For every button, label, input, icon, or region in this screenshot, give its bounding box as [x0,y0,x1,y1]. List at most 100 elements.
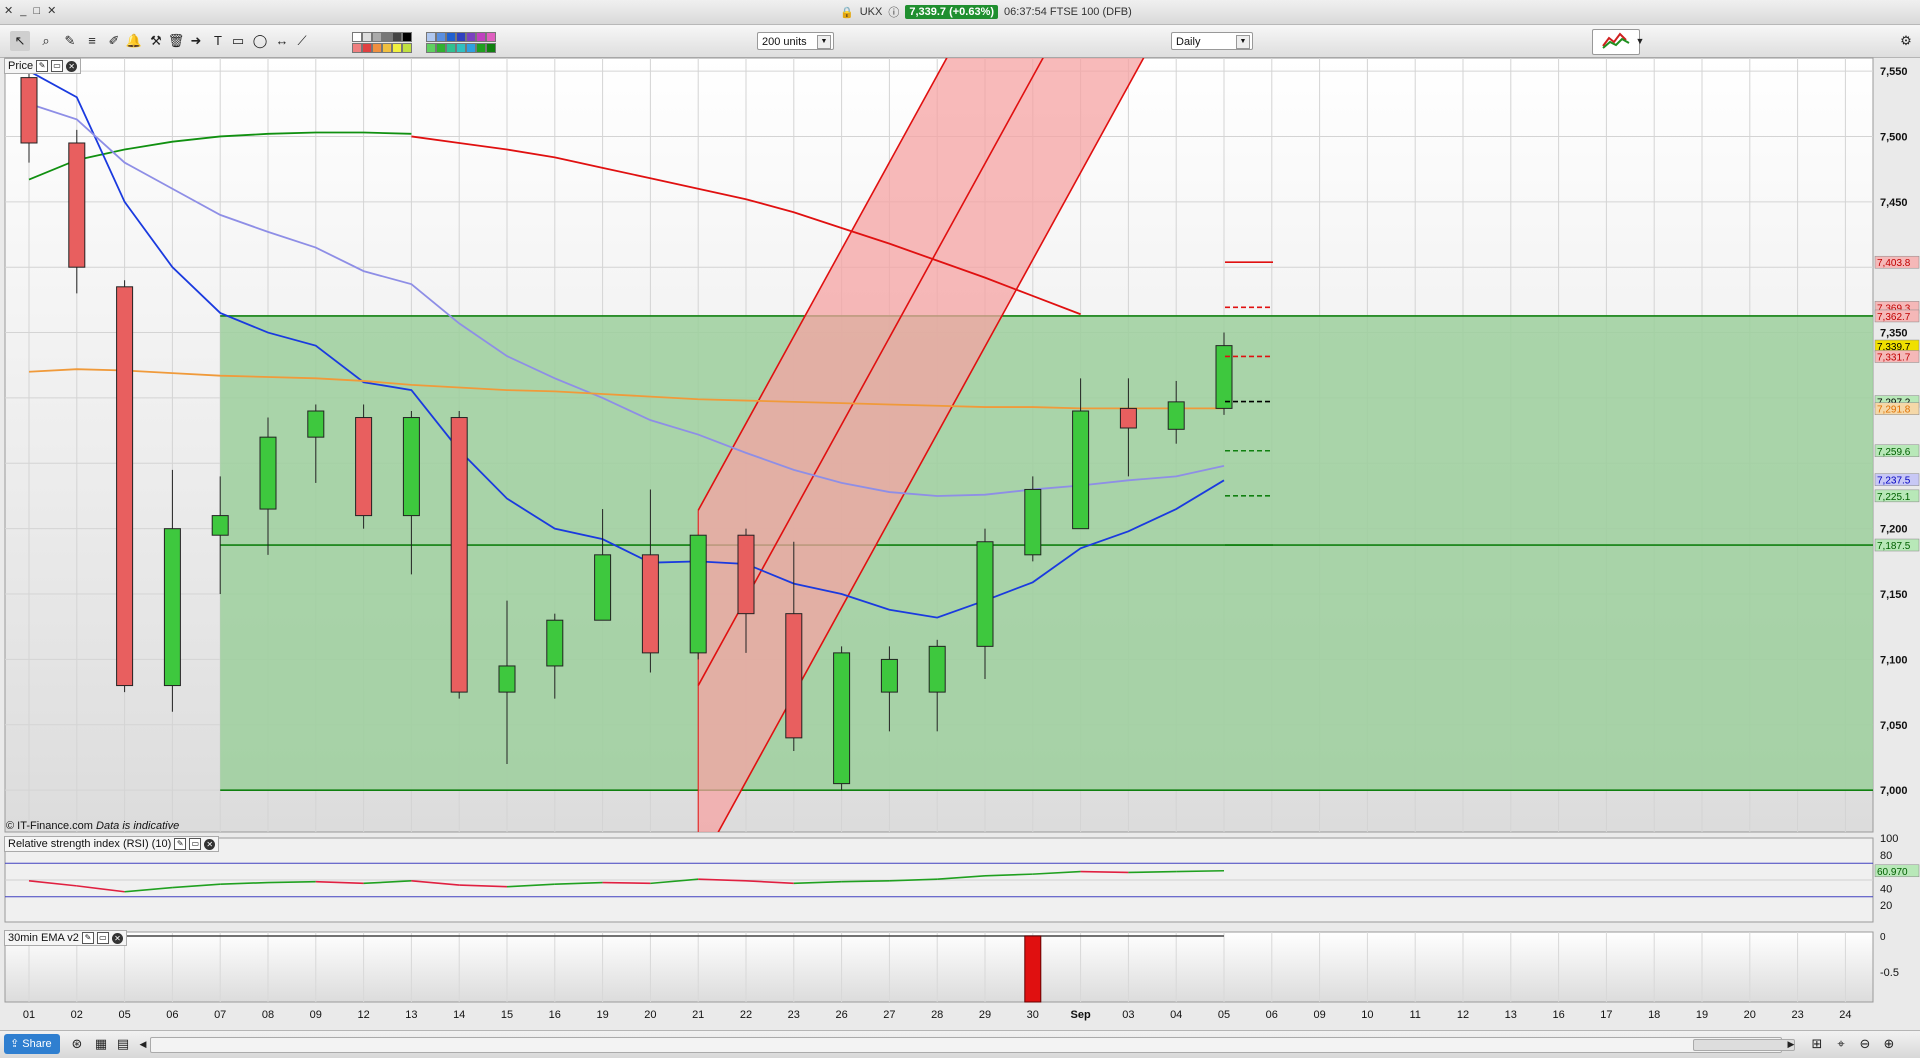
candle-body [976,541,994,647]
price-axis-tick-label: 7,150 [1880,589,1908,601]
price-level-label: 7,291.8 [1877,405,1911,416]
x-axis-label: 09 [1313,1009,1325,1021]
close-icon[interactable]: ✕ [111,932,123,944]
window-icon[interactable]: ▭ [189,838,202,850]
bottom-bar: ⇪ Share ⊛ ▦ ▤ ◀ ▶ ⊞ ⌖ ⊖ ⊕ [0,1030,1920,1058]
candle-body [737,534,755,615]
price-axis-tick-label: 7,000 [1880,785,1908,797]
wrench-icon[interactable]: ✎ [81,932,94,944]
x-axis-label: 06 [1266,1009,1278,1021]
wrench-icon[interactable]: ✎ [36,60,49,72]
x-axis-label: 16 [549,1009,561,1021]
x-axis-label: 12 [357,1009,369,1021]
calendar-icon[interactable]: ▦ [92,1035,110,1053]
x-axis-label: 29 [979,1009,991,1021]
price-level-label: 7,331.7 [1877,352,1911,363]
ema-panel-header: 30min EMA v2 ✎ ▭ ✕ [4,930,127,946]
candle-body [450,417,468,693]
chart-canvas[interactable]: 7,550 7,500 7,450 7,350 7,200 7,150 7,100 7,050… [0,0,1920,1057]
x-axis-label: 10 [1361,1009,1373,1021]
x-axis-label: 30 [1027,1009,1039,1021]
price-level-label: 7,362.7 [1877,312,1911,323]
rsi-axis-tick-label: 20 [1880,900,1892,912]
candle-body [1072,410,1090,530]
x-axis-label: 28 [931,1009,943,1021]
x-axis-label: 05 [118,1009,130,1021]
x-axis-label: 03 [1122,1009,1134,1021]
candle-body [1167,401,1185,430]
ema-axis-tick-label: -0.5 [1880,967,1899,979]
candle-body [928,645,946,693]
price-axis-tick-label: 7,500 [1880,131,1908,143]
candle-body [116,286,134,687]
zoom-out-icon[interactable]: ⊖ [1856,1035,1874,1053]
wrench-icon[interactable]: ✎ [174,838,187,850]
scrollbar-thumb[interactable] [1693,1039,1795,1051]
x-axis-label: 06 [166,1009,178,1021]
x-axis-label: 23 [1791,1009,1803,1021]
candle-body [594,554,612,621]
grid-icon[interactable]: ⊞ [1808,1035,1826,1053]
x-axis-label: 08 [262,1009,274,1021]
ema-histogram-bar [1024,935,1042,1003]
x-axis-label: 09 [310,1009,322,1021]
close-icon[interactable]: ✕ [204,838,216,850]
x-axis-label: 26 [835,1009,847,1021]
link-icon[interactable]: ⊛ [68,1035,86,1053]
x-axis-label: 20 [1744,1009,1756,1021]
ema-panel-title: 30min EMA v2 [8,932,79,944]
price-axis-tick-label: 7,450 [1880,197,1908,209]
candle-body [20,77,38,144]
rsi-segment [1176,869,1225,873]
x-axis-label: 02 [71,1009,83,1021]
zoom-fit-icon[interactable]: ⌖ [1832,1035,1850,1053]
x-axis-label: 27 [883,1009,895,1021]
candle-body [498,665,516,693]
window-icon[interactable]: ▭ [96,932,109,944]
candle-body [880,658,898,693]
horizontal-scrollbar[interactable] [150,1037,1795,1053]
price-axis-tick-label: 7,100 [1880,654,1908,666]
x-axis-label: 19 [1696,1009,1708,1021]
layout-icon[interactable]: ▤ [114,1035,132,1053]
candle-body [307,410,325,438]
x-axis-label: 15 [501,1009,513,1021]
x-axis-label: 21 [692,1009,704,1021]
x-axis-label: 18 [1648,1009,1660,1021]
x-axis-label: 20 [644,1009,656,1021]
candle-body [1119,407,1137,429]
candle-body [1024,488,1042,556]
copyright-text: © IT-Finance.com [6,820,93,832]
price-axis-tick-label: 7,350 [1880,328,1908,340]
candle-body [689,534,707,654]
x-axis-label: 16 [1552,1009,1564,1021]
x-axis-label: 04 [1170,1009,1182,1021]
candle-body [355,417,373,517]
price-level-label: 7,259.6 [1877,447,1911,458]
rsi-axis-tick-label: 80 [1880,850,1892,862]
share-button[interactable]: ⇪ Share [4,1034,60,1054]
x-axis-label: 12 [1457,1009,1469,1021]
candle-body [833,652,851,785]
x-axis-label: 22 [740,1009,752,1021]
rsi-segment [1128,870,1177,874]
rsi-segment [1080,870,1129,874]
candle-body [546,619,564,667]
share-label: Share [22,1038,52,1050]
candle-body [163,528,181,687]
price-axis-tick-label: 7,050 [1880,720,1908,732]
x-axis-label: 05 [1218,1009,1230,1021]
x-axis-label: 17 [1600,1009,1612,1021]
close-icon[interactable]: ✕ [66,60,78,72]
rsi-panel-header: Relative strength index (RSI) (10) ✎ ▭ ✕ [4,836,220,852]
x-axis-label: 01 [23,1009,35,1021]
ema-panel [4,931,1874,1003]
scroll-right-icon[interactable]: ▶ [1782,1035,1800,1053]
candle-body [1215,345,1233,409]
zoom-in-icon[interactable]: ⊕ [1880,1035,1898,1053]
price-level-label: 7,225.1 [1877,492,1911,503]
x-axis-label: 24 [1839,1009,1851,1021]
candle-body [211,515,229,536]
rsi-axis-tick-label: 100 [1880,833,1898,845]
window-icon[interactable]: ▭ [51,60,64,72]
